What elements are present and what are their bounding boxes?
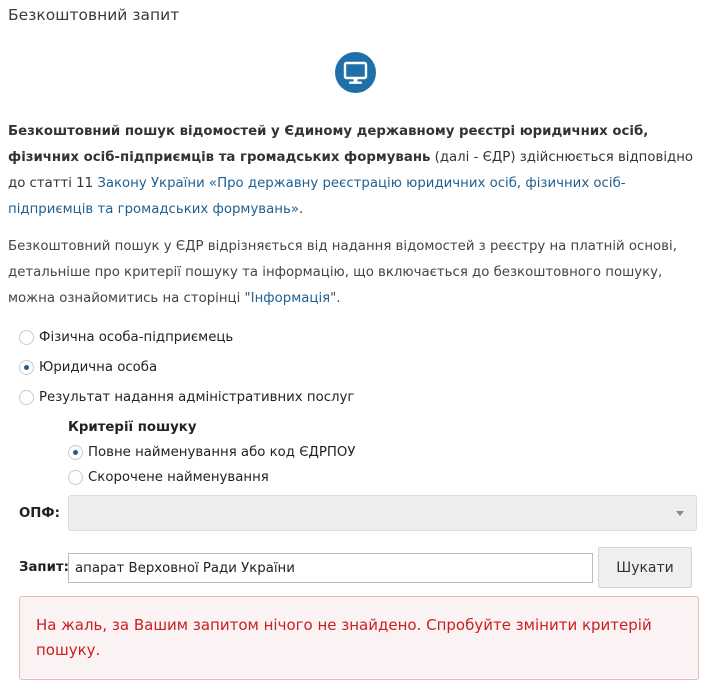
radio-label: Скорочене найменування bbox=[88, 469, 269, 485]
radio-full-name-or-code[interactable]: Повне найменування або код ЄДРПОУ bbox=[68, 442, 355, 462]
criteria-title: Критерії пошуку bbox=[68, 420, 197, 435]
radio-legal-entity[interactable]: Юридична особа bbox=[19, 357, 157, 377]
intro-paragraph: Безкоштовний пошук відомостей у Єдиному … bbox=[8, 119, 698, 223]
info-paragraph: Безкоштовний пошук у ЄДР відрізняється в… bbox=[8, 234, 698, 312]
opf-select[interactable] bbox=[68, 495, 697, 531]
search-button[interactable]: Шукати bbox=[598, 547, 692, 588]
monitor-icon bbox=[335, 52, 376, 93]
radio-button[interactable] bbox=[19, 329, 34, 345]
radio-button-checked[interactable] bbox=[68, 444, 83, 460]
radio-button[interactable] bbox=[68, 469, 83, 485]
intro-end: . bbox=[298, 202, 304, 217]
no-results-alert: На жаль, за Вашим запитом нічого не знай… bbox=[19, 596, 699, 680]
information-link[interactable]: Інформація bbox=[251, 291, 330, 306]
free-request-page: Безкоштовний запит Безкоштовний пошук ві… bbox=[0, 0, 716, 692]
radio-label: Повне найменування або код ЄДРПОУ bbox=[88, 444, 356, 460]
page-title: Безкоштовний запит bbox=[8, 6, 180, 24]
radio-short-name[interactable]: Скорочене найменування bbox=[68, 467, 269, 487]
radio-individual-entrepreneur[interactable]: Фізична особа-підприємець bbox=[19, 327, 233, 347]
radio-label: Результат надання адміністративних послу… bbox=[39, 389, 355, 405]
radio-button[interactable] bbox=[19, 389, 34, 405]
query-input[interactable] bbox=[68, 553, 593, 583]
radio-label: Фізична особа-підприємець bbox=[39, 329, 234, 345]
alert-text: На жаль, за Вашим запитом нічого не знай… bbox=[36, 616, 652, 659]
law-link[interactable]: Закону України «Про державну реєстрацію … bbox=[8, 176, 626, 217]
info-text: Безкоштовний пошук у ЄДР відрізняється в… bbox=[8, 239, 677, 306]
radio-admin-services[interactable]: Результат надання адміністративних послу… bbox=[19, 387, 354, 407]
query-label: Запит: bbox=[19, 560, 69, 575]
chevron-down-icon bbox=[676, 511, 684, 516]
radio-button-checked[interactable] bbox=[19, 359, 34, 375]
info-end: ". bbox=[330, 291, 341, 306]
opf-label: ОПФ: bbox=[19, 506, 60, 521]
radio-label: Юридична особа bbox=[39, 359, 158, 375]
